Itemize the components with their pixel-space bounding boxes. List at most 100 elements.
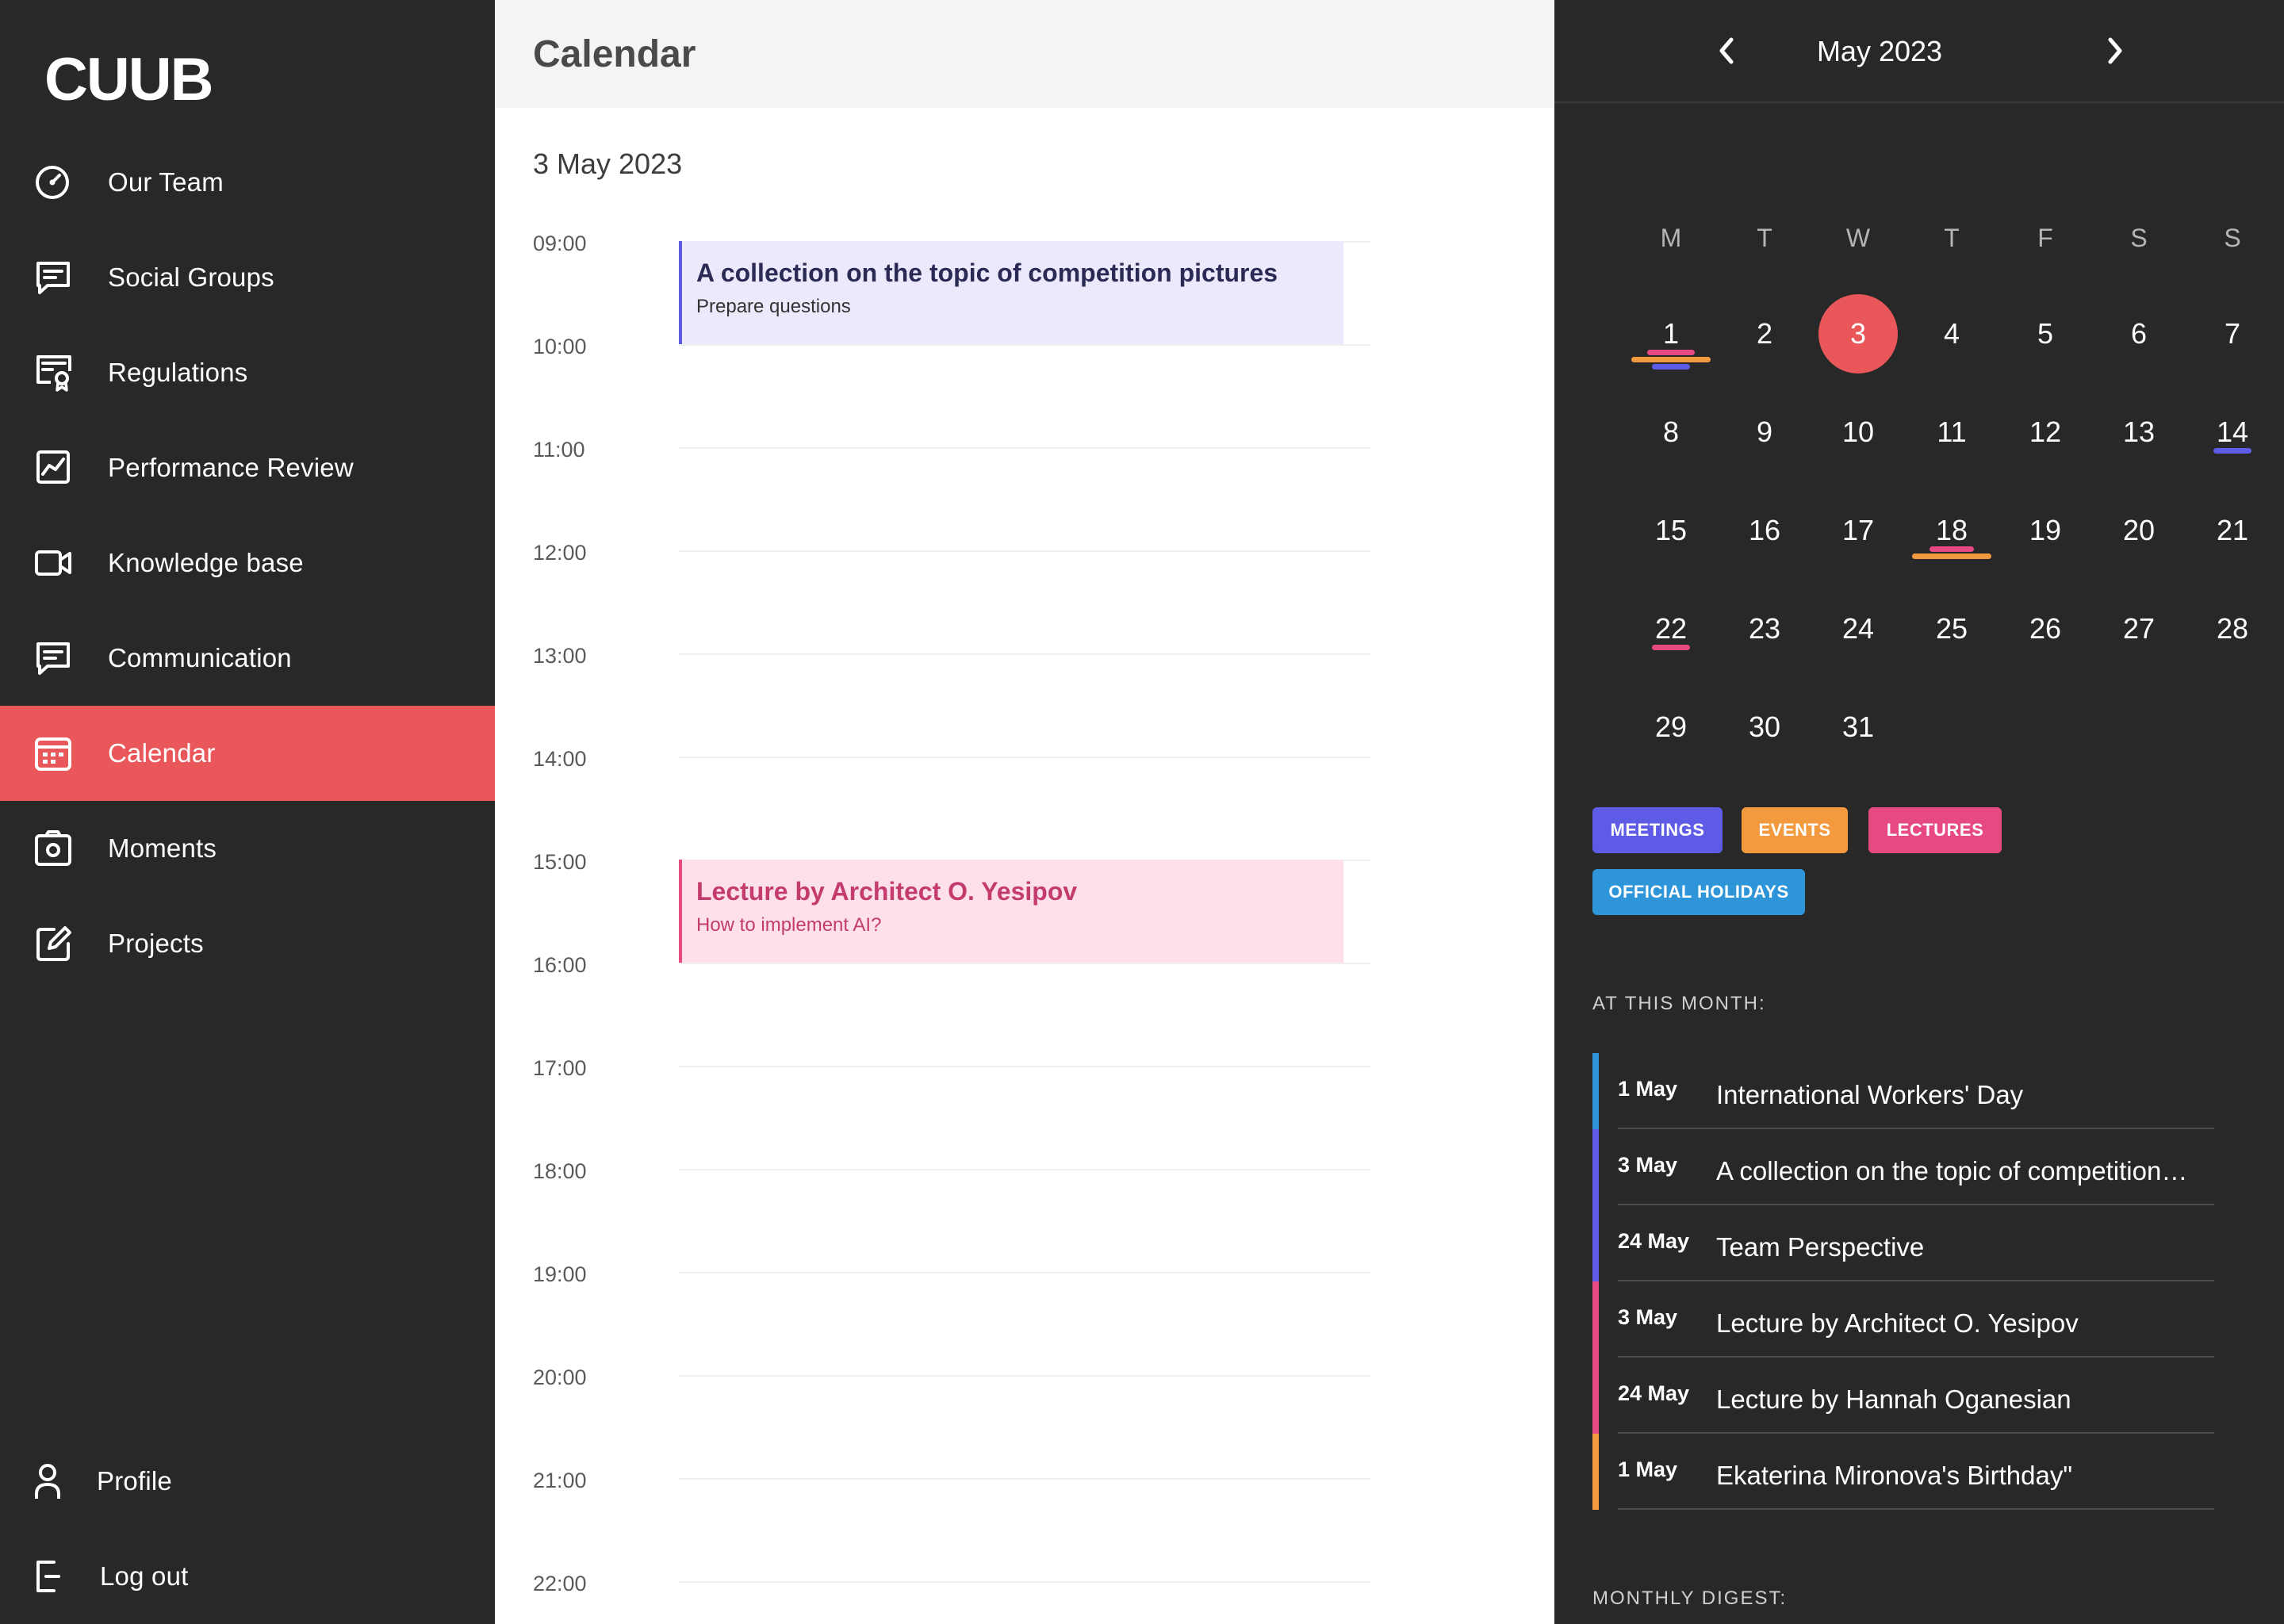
day-number: 20 [2122,514,2156,546]
weekday-label: S [2130,224,2148,252]
day-cell[interactable]: 27 [2099,589,2179,668]
sidebar-item-label: Calendar [108,738,216,768]
event-card-lecture[interactable]: Lecture by Architect O. Yesipov How to i… [679,860,1343,963]
month-event-item[interactable]: 1 May Ekaterina Mironova's Birthday" [1592,1434,2214,1510]
day-cell[interactable]: 31 [1818,688,1898,767]
day-number: 18 [1935,514,1968,546]
hour-divider [679,550,1370,552]
day-cell[interactable]: 26 [2006,589,2085,668]
sidebar-item-label: Projects [108,929,204,958]
cuub-logo[interactable]: CUUB [43,46,260,113]
sidebar-item-our-team[interactable]: Our Team [0,135,495,230]
day-cell[interactable]: 16 [1725,491,1804,570]
month-event-title: Team Perspective [1716,1232,1925,1262]
sidebar-item-regulations[interactable]: Regulations [0,325,495,420]
logout-label: Log out [100,1561,189,1591]
day-cell[interactable]: 11 [1912,393,1991,472]
hour-divider [679,1066,1370,1067]
day-cell[interactable]: 30 [1725,688,1804,767]
time-label: 13:00 [533,644,587,668]
day-cell[interactable]: 17 [1818,491,1898,570]
day-cell[interactable]: 6 [2099,294,2179,373]
monthly-digest-heading: MONTHLY DIGEST: [1592,1588,1788,1609]
day-cell[interactable]: 22 [1631,589,1711,668]
gauge-icon [33,163,75,201]
day-cell[interactable]: 14 [2193,393,2272,472]
filter-lectures[interactable]: LECTURES [1868,807,2002,853]
day-number: 31 [1841,710,1875,743]
day-cell[interactable]: 23 [1725,589,1804,668]
day-cell[interactable]: 24 [1818,589,1898,668]
sidebar-item-moments[interactable]: Moments [0,801,495,896]
day-cell[interactable]: 19 [2006,491,2085,570]
month-event-item[interactable]: 24 May Lecture by Hannah Oganesian [1592,1358,2214,1434]
sidebar-item-calendar[interactable]: Calendar [0,706,495,801]
month-event-item[interactable]: 3 May Lecture by Architect O. Yesipov [1592,1281,2214,1358]
day-number: 11 [1937,416,1967,448]
sidebar-item-communication[interactable]: Communication [0,611,495,706]
event-card-meeting[interactable]: A collection on the topic of competition… [679,241,1343,344]
certificate-icon [33,354,75,392]
sidebar-item-social-groups[interactable]: Social Groups [0,230,495,325]
sidebar-item-projects[interactable]: Projects [0,896,495,991]
time-label: 17:00 [533,1056,587,1080]
month-event-date: 1 May [1618,1077,1678,1101]
logout-link[interactable]: Log out [0,1529,495,1624]
time-label: 19:00 [533,1262,587,1286]
month-event-item[interactable]: 24 May Team Perspective [1592,1205,2214,1281]
day-event-marker [1912,553,1991,559]
day-cell[interactable]: 4 [1912,294,1991,373]
month-event-title: Lecture by Hannah Oganesian [1716,1385,2071,1414]
filter-official-holidays[interactable]: OFFICIAL HOLIDAYS [1592,869,1805,915]
day-cell[interactable]: 5 [2006,294,2085,373]
day-cell[interactable]: 20 [2099,491,2179,570]
time-label: 11:00 [533,438,585,462]
sidebar-item-knowledge-base[interactable]: Knowledge base [0,515,495,611]
sidebar-item-label: Knowledge base [108,548,304,577]
day-cell[interactable]: 15 [1631,491,1711,570]
day-event-marker [1652,364,1690,370]
day-cell[interactable]: 3 [1818,294,1898,373]
message-icon [33,639,75,677]
month-switcher: May 2023 [1554,0,2284,103]
svg-text:CUUB: CUUB [44,56,213,105]
day-number: 13 [2122,416,2156,448]
day-cell[interactable]: 12 [2006,393,2085,472]
day-cell[interactable]: 25 [1912,589,1991,668]
day-number: 6 [2130,317,2148,350]
hour-divider [679,1272,1370,1274]
next-month-button[interactable] [2094,30,2135,71]
divider [1618,1508,2214,1510]
day-number: 10 [1841,416,1875,448]
month-event-date: 24 May [1618,1381,1690,1405]
filter-events[interactable]: EVENTS [1742,807,1848,853]
hour-divider [679,1375,1370,1377]
month-event-date: 24 May [1618,1229,1690,1253]
day-cell[interactable]: 8 [1631,393,1711,472]
sidebar-item-label: Performance Review [108,453,354,482]
filter-meetings[interactable]: MEETINGS [1592,807,1723,853]
page-title: Calendar [533,33,696,75]
month-event-item[interactable]: 1 May International Workers' Day [1592,1053,2214,1129]
day-cell[interactable]: 29 [1631,688,1711,767]
day-cell[interactable]: 28 [2193,589,2272,668]
day-cell[interactable]: 9 [1725,393,1804,472]
day-number: 26 [2029,612,2062,645]
time-label: 15:00 [533,850,587,874]
profile-link[interactable]: Profile [0,1434,495,1529]
hour-divider [679,447,1370,449]
month-event-title: Ekaterina Mironova's Birthday" [1716,1461,2073,1490]
main-header: Calendar [495,0,1554,108]
day-cell[interactable]: 10 [1818,393,1898,472]
month-event-item[interactable]: 3 May A collection on the topic of compe… [1592,1129,2214,1205]
hour-divider [679,653,1370,655]
day-cell[interactable]: 7 [2193,294,2272,373]
day-cell[interactable]: 21 [2193,491,2272,570]
day-number: 17 [1841,514,1875,546]
day-number: 15 [1654,514,1688,546]
weekday-label: S [2224,224,2241,252]
sidebar-item-performance-review[interactable]: Performance Review [0,420,495,515]
event-subtitle: Prepare questions [696,296,851,317]
day-cell[interactable]: 2 [1725,294,1804,373]
day-cell[interactable]: 13 [2099,393,2179,472]
